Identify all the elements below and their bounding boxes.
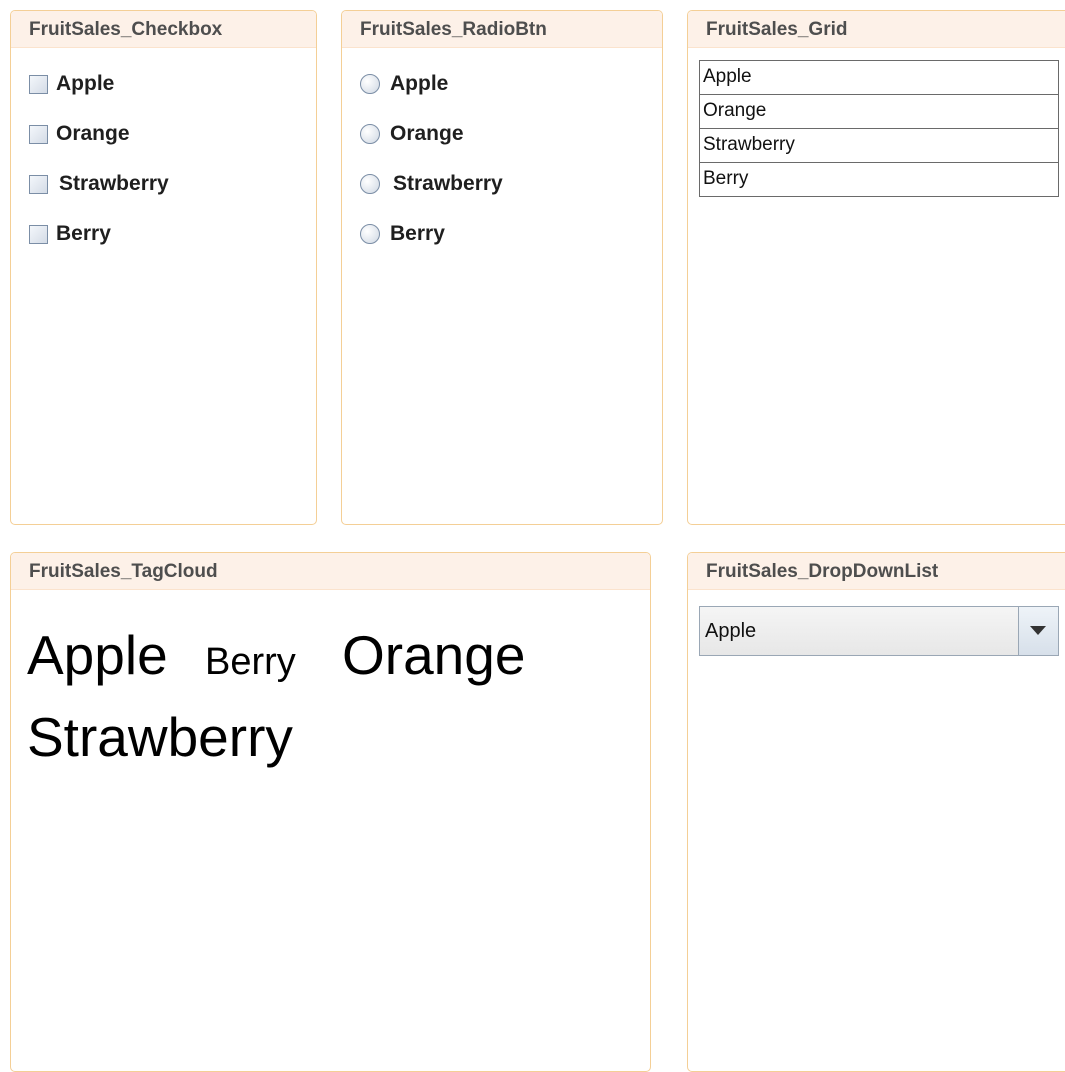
radio-icon[interactable] <box>360 74 380 94</box>
checkbox-panel: FruitSales_Checkbox Apple Orange Strawbe… <box>10 10 317 525</box>
grid-row[interactable]: Apple <box>700 61 1058 95</box>
checkbox-apple[interactable]: Apple <box>29 71 114 97</box>
radio-strawberry[interactable]: Strawberry <box>360 171 503 197</box>
checkbox-icon[interactable] <box>29 74 48 94</box>
checkbox-label: Apple <box>56 72 115 95</box>
radio-icon[interactable] <box>360 174 380 194</box>
checkbox-label: Strawberry <box>59 172 169 195</box>
tag-orange[interactable]: Orange <box>342 628 525 683</box>
dropdown-selected-value: Apple <box>705 620 757 642</box>
grid-row[interactable]: Berry <box>700 163 1058 197</box>
grid-panel-title: FruitSales_Grid <box>688 11 1065 48</box>
radio-label: Strawberry <box>393 172 503 195</box>
tag-apple[interactable]: Apple <box>27 628 168 683</box>
fruit-grid: Apple Orange Strawberry Berry <box>699 60 1059 197</box>
chevron-down-icon <box>1030 626 1046 635</box>
radio-berry[interactable]: Berry <box>360 221 445 247</box>
dropdown-button[interactable] <box>1018 607 1058 655</box>
grid-row[interactable]: Orange <box>700 95 1058 129</box>
checkbox-icon[interactable] <box>29 224 48 244</box>
radio-icon[interactable] <box>360 124 380 144</box>
checkbox-icon[interactable] <box>29 174 48 194</box>
radio-panel: FruitSales_RadioBtn Apple Orange Strawbe… <box>341 10 663 525</box>
checkbox-panel-title: FruitSales_Checkbox <box>11 11 316 48</box>
radio-icon[interactable] <box>360 224 380 244</box>
dropdown-panel-title: FruitSales_DropDownList <box>688 553 1065 590</box>
radio-label: Apple <box>390 72 449 95</box>
grid-panel: FruitSales_Grid Apple Orange Strawberry … <box>687 10 1065 525</box>
grid-row[interactable]: Strawberry <box>700 129 1058 163</box>
fruit-dropdown[interactable]: Apple <box>699 606 1059 656</box>
checkbox-orange[interactable]: Orange <box>29 121 130 147</box>
radio-apple[interactable]: Apple <box>360 71 448 97</box>
tag-berry[interactable]: Berry <box>205 643 296 681</box>
dropdown-panel: FruitSales_DropDownList Apple <box>687 552 1065 1072</box>
checkbox-berry[interactable]: Berry <box>29 221 111 247</box>
tag-strawberry[interactable]: Strawberry <box>27 710 293 765</box>
radio-panel-title: FruitSales_RadioBtn <box>342 11 662 48</box>
checkbox-icon[interactable] <box>29 124 48 144</box>
radio-label: Berry <box>390 222 445 245</box>
tagcloud-panel-title: FruitSales_TagCloud <box>11 553 650 590</box>
tagcloud-panel: FruitSales_TagCloud Apple Berry Orange S… <box>10 552 651 1072</box>
radio-label: Orange <box>390 122 464 145</box>
checkbox-strawberry[interactable]: Strawberry <box>29 171 169 197</box>
checkbox-label: Orange <box>56 122 130 145</box>
radio-orange[interactable]: Orange <box>360 121 464 147</box>
checkbox-label: Berry <box>56 222 111 245</box>
